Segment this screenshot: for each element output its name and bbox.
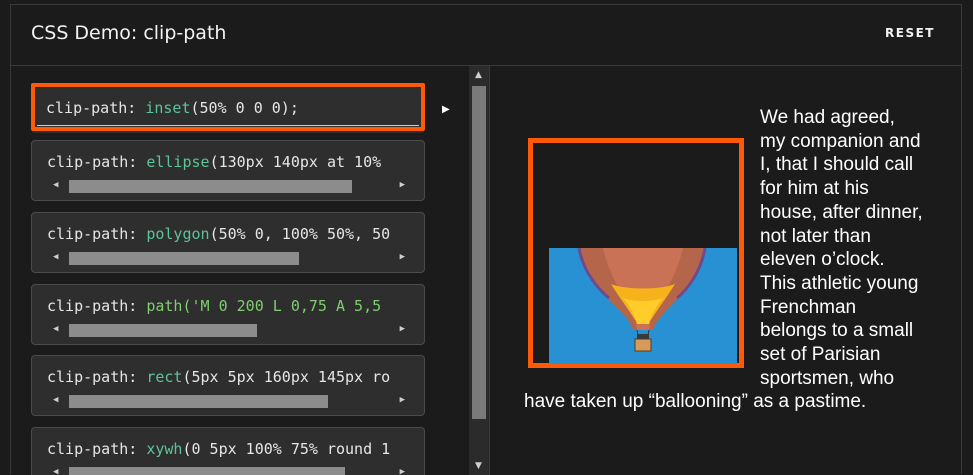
page-title: CSS Demo: clip-path — [31, 22, 227, 44]
caret-right-icon: ▶ — [442, 104, 450, 115]
code-property: clip-path: — [47, 225, 138, 243]
balloon-image — [549, 248, 737, 364]
choice-path[interactable]: clip-path: path('M 0 200 L 0,75 A 5,5 ◀ … — [31, 284, 425, 345]
selected-outline — [31, 83, 425, 131]
triangle-right-icon[interactable]: ▶ — [400, 324, 405, 334]
output-panel: We had agreed, my companion and I, that … — [524, 106, 924, 414]
triangle-left-icon[interactable]: ◀ — [53, 395, 58, 405]
scrollbar-thumb[interactable] — [69, 324, 257, 337]
triangle-right-icon[interactable]: ▶ — [400, 395, 405, 405]
triangle-right-icon[interactable]: ▶ — [400, 252, 405, 262]
hot-air-balloon-icon — [549, 248, 737, 364]
code-property: clip-path: — [47, 297, 138, 315]
horizontal-scrollbar[interactable]: ◀ ▶ — [47, 322, 411, 339]
code-property: clip-path: — [47, 440, 138, 458]
choice-rect[interactable]: clip-path: rect(5px 5px 160px 145px ro ◀… — [31, 355, 425, 416]
triangle-right-icon[interactable]: ▶ — [400, 180, 405, 190]
header: CSS Demo: clip-path RESET — [11, 5, 961, 66]
choice-xywh[interactable]: clip-path: xywh(0 5px 100% 75% round 1 ◀… — [31, 427, 425, 475]
triangle-left-icon[interactable]: ◀ — [53, 324, 58, 334]
code-function: ellipse — [146, 153, 210, 171]
code-function: polygon — [146, 225, 210, 243]
scrollbar-thumb[interactable] — [472, 86, 486, 419]
code-function: xywh — [146, 440, 183, 458]
code-property: clip-path: — [47, 153, 138, 171]
triangle-left-icon[interactable]: ◀ — [53, 252, 58, 262]
choice-ellipse[interactable]: clip-path: ellipse(130px 140px at 10% ◀ … — [31, 140, 425, 201]
triangle-up-icon[interactable]: ▲ — [475, 70, 482, 80]
code-args: (130px 140px at 10% — [209, 153, 382, 171]
horizontal-scrollbar[interactable]: ◀ ▶ — [47, 465, 411, 475]
scrollbar-thumb[interactable] — [69, 252, 299, 265]
scrollbar-thumb[interactable] — [69, 180, 352, 193]
reset-button[interactable]: RESET — [885, 26, 935, 40]
code-property: clip-path: — [47, 368, 138, 386]
triangle-left-icon[interactable]: ◀ — [53, 467, 58, 475]
code-args: ('M 0 200 L 0,75 A 5,5 — [182, 297, 382, 315]
clipped-figure — [528, 138, 744, 368]
vertical-scrollbar[interactable]: ▲ ▼ — [469, 66, 489, 475]
horizontal-scrollbar[interactable]: ◀ ▶ — [47, 178, 411, 195]
choices-panel: clip-path: inset(50% 0 0 0); ▶ clip-path… — [11, 66, 490, 475]
code-args: (5px 5px 160px 145px ro — [182, 368, 391, 386]
scrollbar-thumb[interactable] — [69, 395, 328, 408]
edit-underline — [37, 125, 419, 126]
code-args: (50% 0, 100% 50%, 50 — [209, 225, 391, 243]
horizontal-scrollbar[interactable]: ◀ ▶ — [47, 250, 411, 267]
triangle-right-icon[interactable]: ▶ — [400, 467, 405, 475]
scrollbar-thumb[interactable] — [69, 467, 345, 475]
horizontal-scrollbar[interactable]: ◀ ▶ — [47, 393, 411, 410]
code-function: path — [146, 297, 183, 315]
choice-polygon[interactable]: clip-path: polygon(50% 0, 100% 50%, 50 ◀… — [31, 212, 425, 273]
code-args: (0 5px 100% 75% round 1 — [182, 440, 391, 458]
triangle-left-icon[interactable]: ◀ — [53, 180, 58, 190]
code-function: rect — [146, 368, 183, 386]
